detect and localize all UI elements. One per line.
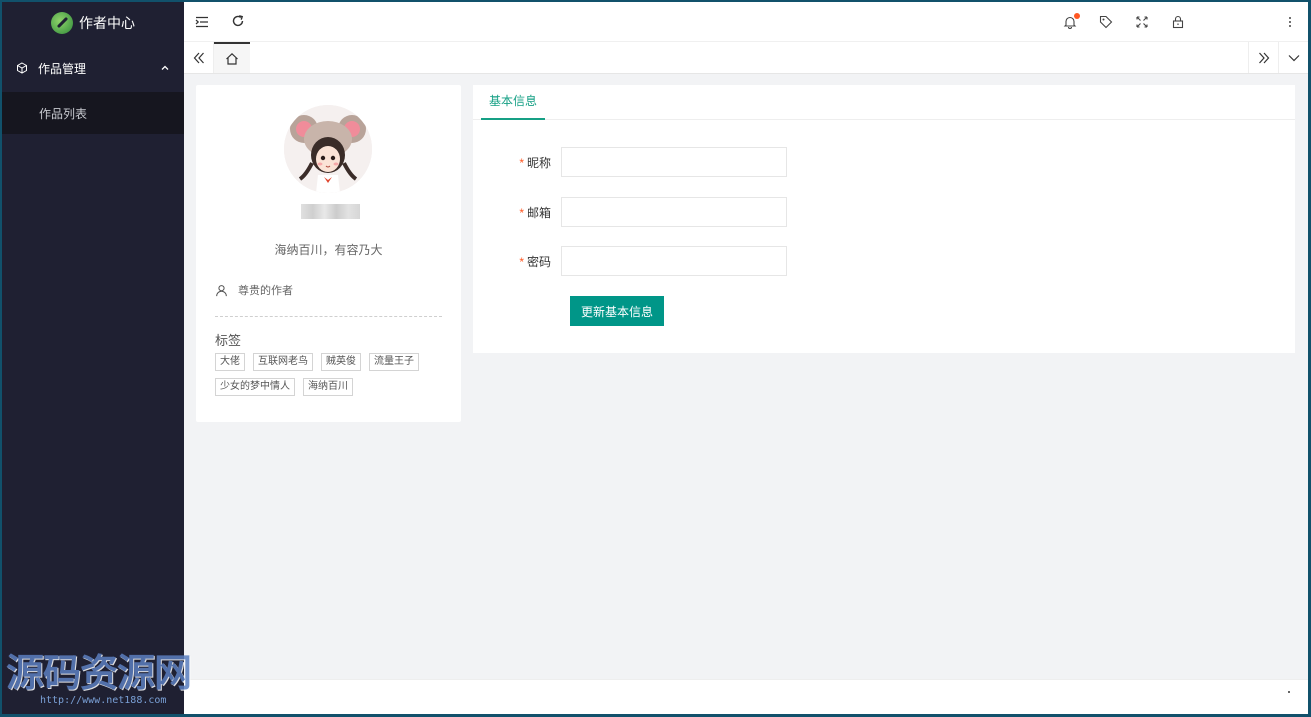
profile-divider xyxy=(215,316,442,317)
chevron-down-icon xyxy=(1288,54,1299,61)
tab-scroll-left-button[interactable] xyxy=(184,42,214,73)
lock-button[interactable] xyxy=(1160,2,1196,42)
form-row-nickname: * 昵称 xyxy=(473,147,787,177)
tab-basic-info[interactable]: 基本信息 xyxy=(481,85,546,120)
tag-button[interactable] xyxy=(1088,2,1124,42)
tag-item: 海纳百川 xyxy=(303,378,353,396)
refresh-button[interactable] xyxy=(220,2,256,42)
top-header xyxy=(184,2,1308,42)
tab-home[interactable] xyxy=(214,42,250,73)
double-right-icon xyxy=(1258,52,1269,63)
required-mark: * xyxy=(519,254,524,269)
tag-icon xyxy=(1099,15,1113,28)
more-button[interactable] xyxy=(1272,2,1308,42)
profile-role: 尊贵的作者 xyxy=(215,282,293,298)
card-tab-bar: 基本信息 xyxy=(473,85,1295,120)
menu-fold-icon xyxy=(195,16,208,27)
nickname-label: * 昵称 xyxy=(519,155,551,170)
nickname-input[interactable] xyxy=(561,147,787,177)
home-icon xyxy=(226,52,238,65)
password-label: * 密码 xyxy=(519,254,551,269)
sidebar: 作者中心 作品管理 作品列表 xyxy=(2,2,184,714)
form-row-password: * 密码 xyxy=(473,246,787,276)
tag-item: 少女的梦中情人 xyxy=(215,378,295,396)
lock-icon xyxy=(1172,15,1184,28)
notification-dot xyxy=(1074,12,1080,19)
menu-fold-button[interactable] xyxy=(184,2,220,42)
tags-title: 标签 xyxy=(215,333,242,348)
tag-item: 流量王子 xyxy=(369,353,419,371)
profile-role-text: 尊贵的作者 xyxy=(238,285,293,297)
logo-icon xyxy=(51,12,73,34)
basic-info-card: 基本信息 * 昵称 * 邮箱 * 密码 更新基本信息 xyxy=(473,85,1295,353)
email-label: * 邮箱 xyxy=(519,205,551,220)
avatar[interactable] xyxy=(284,105,372,193)
sidebar-item-works-list[interactable]: 作品列表 xyxy=(2,92,184,134)
footer xyxy=(184,679,1308,714)
footer-dot xyxy=(1288,691,1290,693)
tag-item: 贼英俊 xyxy=(321,353,361,371)
more-vertical-icon xyxy=(1289,16,1291,27)
password-input[interactable] xyxy=(561,246,787,276)
email-input[interactable] xyxy=(561,197,787,227)
tag-item: 互联网老鸟 xyxy=(253,353,313,371)
tags-list: 大佬 互联网老鸟 贼英俊 流量王子 少女的梦中情人 海纳百川 xyxy=(215,353,445,396)
fullscreen-icon xyxy=(1136,15,1148,28)
double-left-icon xyxy=(193,52,204,63)
chevron-up-icon xyxy=(161,65,169,70)
update-basic-info-button[interactable]: 更新基本信息 xyxy=(570,296,664,326)
tab-scroll-right-button[interactable] xyxy=(1248,42,1278,73)
notification-button[interactable] xyxy=(1052,2,1088,42)
logo-text: 作者中心 xyxy=(79,15,135,31)
tab-bar xyxy=(184,42,1308,74)
username-blurred xyxy=(301,204,360,219)
fullscreen-button[interactable] xyxy=(1124,2,1160,42)
required-mark: * xyxy=(519,155,524,170)
tab-menu-dropdown-button[interactable] xyxy=(1278,42,1308,73)
user-icon xyxy=(216,284,227,296)
tag-item: 大佬 xyxy=(215,353,245,371)
required-mark: * xyxy=(519,205,524,220)
sidebar-group-label: 作品管理 xyxy=(38,61,87,76)
form-row-email: * 邮箱 xyxy=(473,197,787,227)
sidebar-item-label: 作品列表 xyxy=(39,106,88,121)
profile-motto: 海纳百川，有容乃大 xyxy=(274,243,383,257)
sidebar-group-works[interactable]: 作品管理 xyxy=(2,44,184,92)
app-frame: 作者中心 作品管理 作品列表 海纳百川，有容乃大 尊贵的作者 标签 大佬 互联网… xyxy=(2,2,1308,714)
refresh-icon xyxy=(232,14,244,26)
cube-icon xyxy=(17,62,27,74)
logo[interactable]: 作者中心 xyxy=(2,2,184,44)
avatar-image xyxy=(284,105,372,193)
profile-card: 海纳百川，有容乃大 尊贵的作者 标签 大佬 互联网老鸟 贼英俊 流量王子 少女的… xyxy=(196,85,461,422)
